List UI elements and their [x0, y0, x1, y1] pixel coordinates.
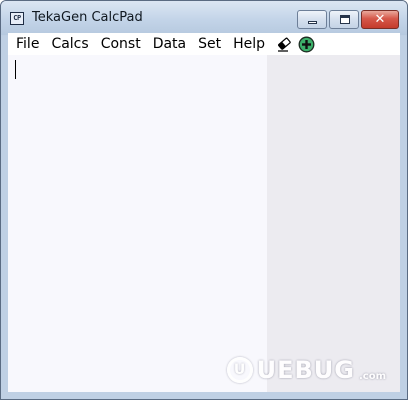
caption-buttons: ✕ [297, 10, 399, 30]
window-title: TekaGen CalcPad [32, 10, 143, 25]
watermark-logo-icon: U [226, 357, 253, 383]
maximize-icon [340, 15, 350, 24]
app-icon[interactable]: CP [10, 12, 24, 25]
calc-editor[interactable] [8, 55, 267, 392]
menu-set[interactable]: Set [192, 33, 227, 55]
minimize-icon [308, 21, 317, 24]
results-panel: U UEBUG .com [226, 55, 400, 392]
minimize-button[interactable] [297, 10, 327, 29]
add-circle-icon[interactable] [297, 35, 315, 53]
close-button[interactable]: ✕ [361, 10, 399, 29]
menu-data[interactable]: Data [147, 33, 192, 55]
watermark-suffix: .com [358, 371, 386, 382]
maximize-button[interactable] [329, 10, 359, 29]
client-area: U UEBUG .com [8, 55, 400, 392]
app-window: CP TekaGen CalcPad ✕ File Calcs Const Da… [0, 0, 408, 400]
close-icon: ✕ [374, 12, 386, 27]
title-bar[interactable]: CP TekaGen CalcPad ✕ [1, 1, 407, 35]
menu-file[interactable]: File [8, 33, 45, 55]
text-caret [15, 60, 16, 79]
menu-bar: File Calcs Const Data Set Help [8, 33, 400, 55]
watermark: U UEBUG .com [226, 356, 386, 384]
menu-help[interactable]: Help [227, 33, 271, 55]
eraser-icon[interactable] [275, 35, 293, 53]
watermark-brand: UEBUG [256, 356, 355, 384]
menu-const[interactable]: Const [95, 33, 147, 55]
menu-calcs[interactable]: Calcs [45, 33, 94, 55]
